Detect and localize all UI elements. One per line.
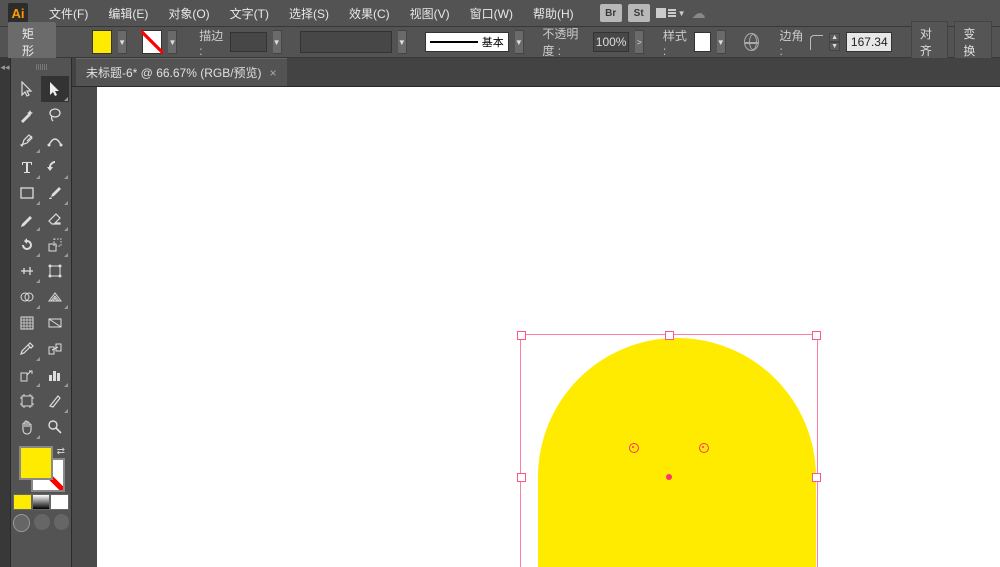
type-tool[interactable] bbox=[13, 154, 41, 180]
menu-effect[interactable]: 效果(C) bbox=[340, 1, 399, 26]
blend-tool[interactable] bbox=[41, 336, 69, 362]
hand-tool[interactable] bbox=[13, 414, 41, 440]
shape-type-label: 矩形 bbox=[8, 22, 56, 62]
brush-dropdown-icon[interactable]: ▼ bbox=[515, 30, 524, 54]
curvature-tool[interactable] bbox=[41, 128, 69, 154]
opacity-input[interactable]: 100% bbox=[593, 32, 629, 52]
corner-type-icon[interactable] bbox=[810, 35, 822, 50]
line-tool[interactable] bbox=[41, 154, 69, 180]
stroke-width-profile[interactable] bbox=[300, 31, 392, 53]
eyedropper-tool[interactable] bbox=[13, 336, 41, 362]
toolbox: ⇄ bbox=[11, 58, 72, 567]
swap-colors-icon[interactable]: ⇄ bbox=[57, 446, 65, 457]
menu-edit[interactable]: 编辑(E) bbox=[99, 1, 157, 26]
fill-swatch[interactable] bbox=[92, 30, 112, 54]
opacity-label: 不透明度 : bbox=[542, 25, 587, 59]
slice-tool[interactable] bbox=[41, 388, 69, 414]
corner-stepper[interactable]: ▲▼ bbox=[829, 33, 840, 51]
draw-mode-icon[interactable] bbox=[13, 514, 30, 532]
column-graph-tool[interactable] bbox=[41, 362, 69, 388]
panel-collapse-icon[interactable]: ◂◂ bbox=[0, 58, 11, 567]
document-tab[interactable]: 未标题-6* @ 66.67% (RGB/预览) × bbox=[76, 58, 287, 86]
toolbox-grip-icon[interactable] bbox=[13, 62, 69, 72]
transform-button[interactable]: 变换 bbox=[954, 21, 992, 63]
options-bar: 矩形 ▼ ▼ 描边 : ▼ ▼ 基本 ▼ 不透明度 : 100% > 样式 : … bbox=[0, 26, 1000, 58]
stroke-weight-input[interactable] bbox=[230, 32, 266, 52]
color-mode-gradient[interactable] bbox=[32, 494, 51, 510]
brush-definition[interactable]: 基本 bbox=[425, 32, 508, 52]
screen-mode-row bbox=[13, 514, 69, 532]
selection-tool[interactable] bbox=[13, 76, 41, 102]
color-mode-solid[interactable] bbox=[13, 494, 32, 510]
close-tab-icon[interactable]: × bbox=[270, 66, 277, 80]
rotate-tool[interactable] bbox=[13, 232, 41, 258]
stroke-dropdown-icon[interactable]: ▼ bbox=[168, 30, 177, 54]
corner-radius-input[interactable]: 167.34 bbox=[846, 32, 892, 52]
corner-label: 边角 : bbox=[779, 27, 804, 58]
stroke-swatch[interactable] bbox=[142, 30, 162, 54]
direct-selection-tool[interactable] bbox=[41, 76, 69, 102]
recolor-icon[interactable] bbox=[744, 33, 759, 51]
stroke-profile-dropdown-icon[interactable]: ▼ bbox=[398, 30, 407, 54]
color-mode-row bbox=[13, 494, 69, 510]
menu-view[interactable]: 视图(V) bbox=[401, 1, 459, 26]
menu-object[interactable]: 对象(O) bbox=[159, 1, 218, 26]
stroke-label: 描边 : bbox=[199, 27, 224, 58]
style-dropdown-icon[interactable]: ▼ bbox=[717, 30, 726, 54]
color-selector: ⇄ bbox=[13, 446, 69, 492]
canvas[interactable] bbox=[72, 87, 1000, 567]
color-mode-none[interactable] bbox=[50, 494, 69, 510]
shape-builder-tool[interactable] bbox=[13, 284, 41, 310]
perspective-grid-tool[interactable] bbox=[41, 284, 69, 310]
draw-behind-icon[interactable] bbox=[34, 514, 49, 530]
pen-tool[interactable] bbox=[13, 128, 41, 154]
sync-icon[interactable]: ☁ bbox=[692, 5, 706, 22]
paintbrush-tool[interactable] bbox=[41, 180, 69, 206]
bridge-icon[interactable]: Br bbox=[600, 4, 622, 22]
draw-inside-icon[interactable] bbox=[54, 514, 69, 530]
menu-type[interactable]: 文字(T) bbox=[221, 1, 278, 26]
app-logo-icon: Ai bbox=[8, 3, 28, 23]
menu-help[interactable]: 帮助(H) bbox=[524, 1, 583, 26]
eraser-tool[interactable] bbox=[41, 206, 69, 232]
arrange-documents-icon[interactable]: ▼ bbox=[656, 8, 686, 18]
zoom-tool[interactable] bbox=[41, 414, 69, 440]
tab-bar: 未标题-6* @ 66.67% (RGB/预览) × bbox=[72, 58, 1000, 87]
symbol-sprayer-tool[interactable] bbox=[13, 362, 41, 388]
fill-dropdown-icon[interactable]: ▼ bbox=[118, 30, 127, 54]
tab-title: 未标题-6* @ 66.67% (RGB/预览) bbox=[86, 64, 262, 81]
scale-tool[interactable] bbox=[41, 232, 69, 258]
artboard-tool[interactable] bbox=[13, 388, 41, 414]
menu-select[interactable]: 选择(S) bbox=[280, 1, 338, 26]
width-tool[interactable] bbox=[13, 258, 41, 284]
lasso-tool[interactable] bbox=[41, 102, 69, 128]
fill-color-swatch[interactable] bbox=[19, 446, 53, 480]
gradient-tool[interactable] bbox=[41, 310, 69, 336]
opacity-dropdown-icon[interactable]: > bbox=[635, 30, 644, 54]
free-transform-tool[interactable] bbox=[41, 258, 69, 284]
style-label: 样式 : bbox=[663, 27, 688, 58]
menu-bar: Ai 文件(F) 编辑(E) 对象(O) 文字(T) 选择(S) 效果(C) 视… bbox=[0, 0, 1000, 26]
stock-icon[interactable]: St bbox=[628, 4, 650, 22]
stroke-weight-dropdown-icon[interactable]: ▼ bbox=[273, 30, 282, 54]
workspace: ◂◂ bbox=[0, 58, 1000, 567]
document-area: 未标题-6* @ 66.67% (RGB/预览) × bbox=[72, 58, 1000, 567]
rectangle-tool[interactable] bbox=[13, 180, 41, 206]
style-swatch[interactable] bbox=[694, 32, 711, 52]
shaper-tool[interactable] bbox=[13, 206, 41, 232]
align-button[interactable]: 对齐 bbox=[911, 21, 949, 63]
menu-window[interactable]: 窗口(W) bbox=[461, 1, 522, 26]
magic-wand-tool[interactable] bbox=[13, 102, 41, 128]
mesh-tool[interactable] bbox=[13, 310, 41, 336]
